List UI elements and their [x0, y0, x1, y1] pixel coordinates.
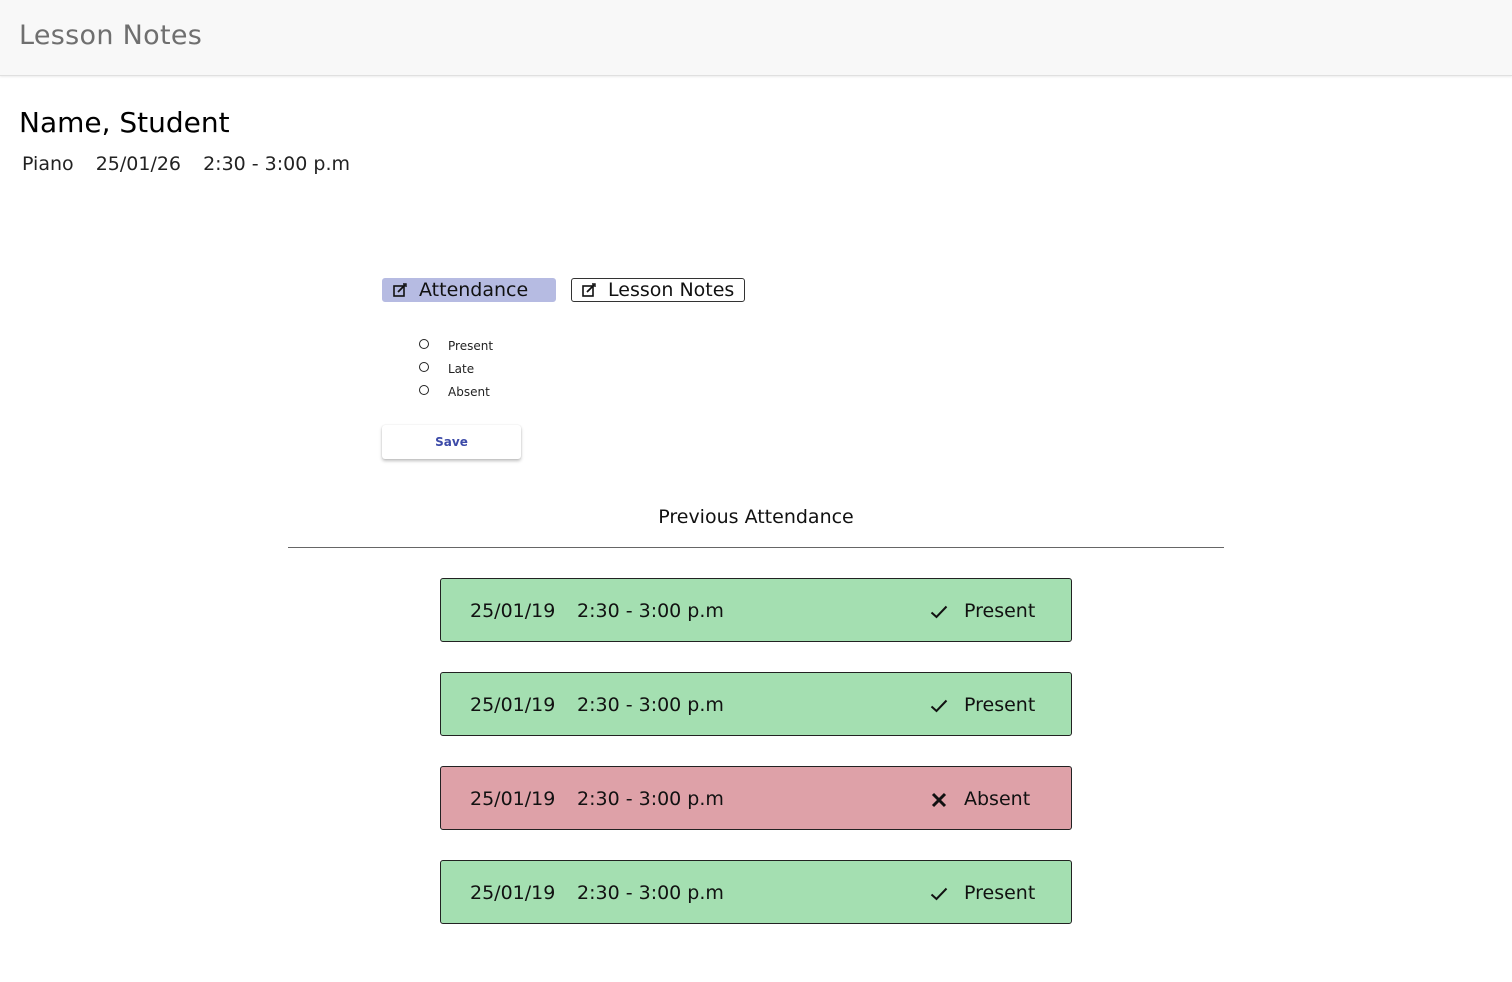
record-status: Present [964, 600, 1036, 622]
app-title: Lesson Notes [19, 20, 203, 51]
attendance-record: 25/01/19 2:30 - 3:00 p.m Absent [440, 766, 1072, 830]
radio-label-late: Late [448, 362, 475, 376]
record-date: 25/01/19 [470, 694, 556, 716]
record-time: 2:30 - 3:00 p.m [577, 694, 724, 716]
attendance-record: 25/01/19 2:30 - 3:00 p.m Present [440, 860, 1072, 924]
tab-attendance[interactable]: Attendance [382, 278, 556, 302]
tab-lesson-notes-label: Lesson Notes [608, 279, 735, 301]
radio-present[interactable] [419, 339, 429, 349]
radio-absent[interactable] [419, 385, 429, 395]
attendance-option-absent[interactable]: Absent [419, 381, 490, 399]
tab-attendance-label: Attendance [419, 279, 529, 301]
record-status: Present [964, 882, 1036, 904]
record-time: 2:30 - 3:00 p.m [577, 600, 724, 622]
record-time: 2:30 - 3:00 p.m [577, 882, 724, 904]
lesson-time: 2:30 - 3:00 p.m [203, 153, 350, 175]
lesson-notes-app: Lesson Notes Name, Student Piano 25/01/2… [0, 0, 1512, 982]
edit-checkbox-icon [578, 282, 600, 298]
divider [288, 547, 1224, 548]
record-status: Present [964, 694, 1036, 716]
edit-checkbox-icon [389, 282, 411, 298]
top-app-bar: Lesson Notes [0, 0, 1512, 76]
attendance-record: 25/01/19 2:30 - 3:00 p.m Present [440, 578, 1072, 642]
record-time: 2:30 - 3:00 p.m [577, 788, 724, 810]
record-date: 25/01/19 [470, 788, 556, 810]
check-icon [929, 602, 949, 622]
radio-label-present: Present [448, 339, 494, 353]
tab-lesson-notes[interactable]: Lesson Notes [571, 278, 745, 302]
attendance-option-present[interactable]: Present [419, 335, 493, 353]
attendance-option-late[interactable]: Late [419, 358, 474, 376]
radio-late[interactable] [419, 362, 429, 372]
previous-attendance-heading: Previous Attendance [658, 506, 854, 528]
student-name: Name, Student [19, 106, 230, 139]
lesson-instrument: Piano [22, 153, 74, 175]
check-icon [929, 696, 949, 716]
record-date: 25/01/19 [470, 882, 556, 904]
lesson-date: 25/01/26 [95, 153, 182, 175]
check-icon [929, 884, 949, 904]
lesson-details: Piano 25/01/26 2:30 - 3:00 p.m [22, 153, 366, 175]
attendance-record: 25/01/19 2:30 - 3:00 p.m Present [440, 672, 1072, 736]
record-date: 25/01/19 [470, 600, 556, 622]
record-status: Absent [964, 788, 1031, 810]
cross-icon [929, 790, 949, 810]
radio-label-absent: Absent [448, 385, 490, 399]
save-button[interactable]: Save [382, 425, 521, 459]
